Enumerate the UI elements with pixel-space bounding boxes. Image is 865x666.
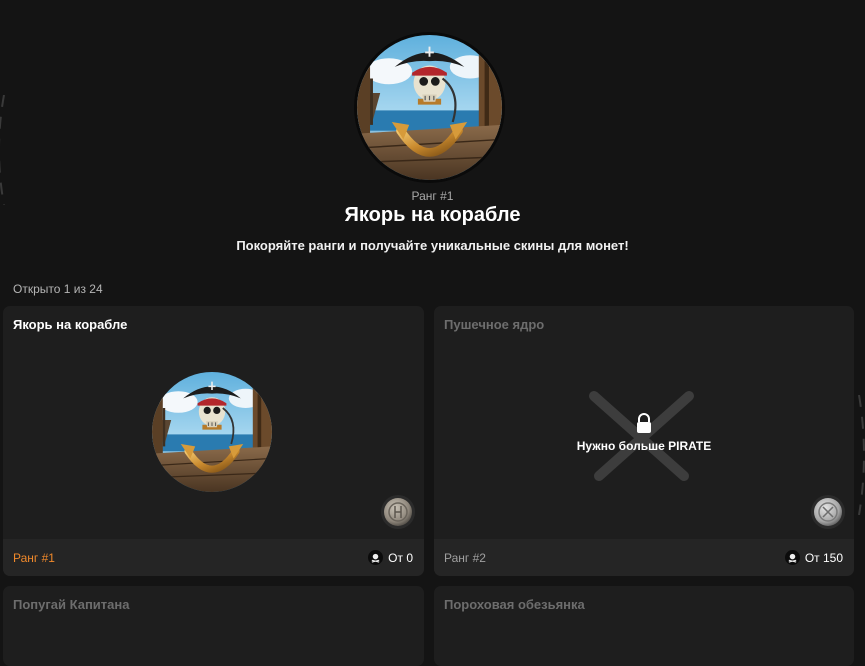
skin-card-name: Якорь на корабле xyxy=(13,317,128,332)
skin-card-name: Попугай Капитана xyxy=(13,597,130,612)
skin-card[interactable]: Якорь на корабле Ранг #1 От 0 xyxy=(3,306,424,576)
jolly-roger-icon xyxy=(368,550,384,565)
skin-card[interactable]: Пороховая обезьянка xyxy=(434,586,854,666)
hero-subtitle: Покоряйте ранги и получайте уникальные с… xyxy=(236,238,629,253)
skin-card[interactable]: Попугай Капитана xyxy=(3,586,424,666)
price-text: От 0 xyxy=(388,550,413,565)
skin-card-price: От 0 xyxy=(368,550,413,565)
skin-card-rank: Ранг #2 xyxy=(444,551,486,565)
skin-card-footer: Ранг #1 От 0 xyxy=(3,539,424,576)
skull-anchor-art xyxy=(152,372,272,492)
skull-anchor-art xyxy=(357,35,502,180)
hero-rank-label: Ранг #1 xyxy=(411,189,454,203)
hero-title: Якорь на корабле xyxy=(344,204,521,226)
skin-card-rank: Ранг #1 xyxy=(13,551,55,565)
price-text: От 150 xyxy=(804,550,843,565)
coin-icon xyxy=(811,495,845,529)
lock-requirement-text: Нужно больше PIRATE xyxy=(576,439,712,453)
skin-card-price: От 150 xyxy=(784,550,843,565)
decorative-curve-right xyxy=(858,395,865,515)
coin-icon xyxy=(381,495,415,529)
skin-card-footer: Ранг #2 От 150 xyxy=(434,539,854,576)
jolly-roger-icon xyxy=(784,550,800,565)
skin-card[interactable]: Пушечное ядро Нужно больше PIRATE Ранг #… xyxy=(434,306,854,576)
unlocked-counter: Открыто 1 из 24 xyxy=(13,282,103,296)
skin-card-name: Пороховая обезьянка xyxy=(444,597,585,612)
lock-icon xyxy=(637,413,651,433)
skin-image xyxy=(152,372,272,492)
skin-card-name: Пушечное ядро xyxy=(444,317,545,332)
hero-skin-image xyxy=(357,35,502,180)
